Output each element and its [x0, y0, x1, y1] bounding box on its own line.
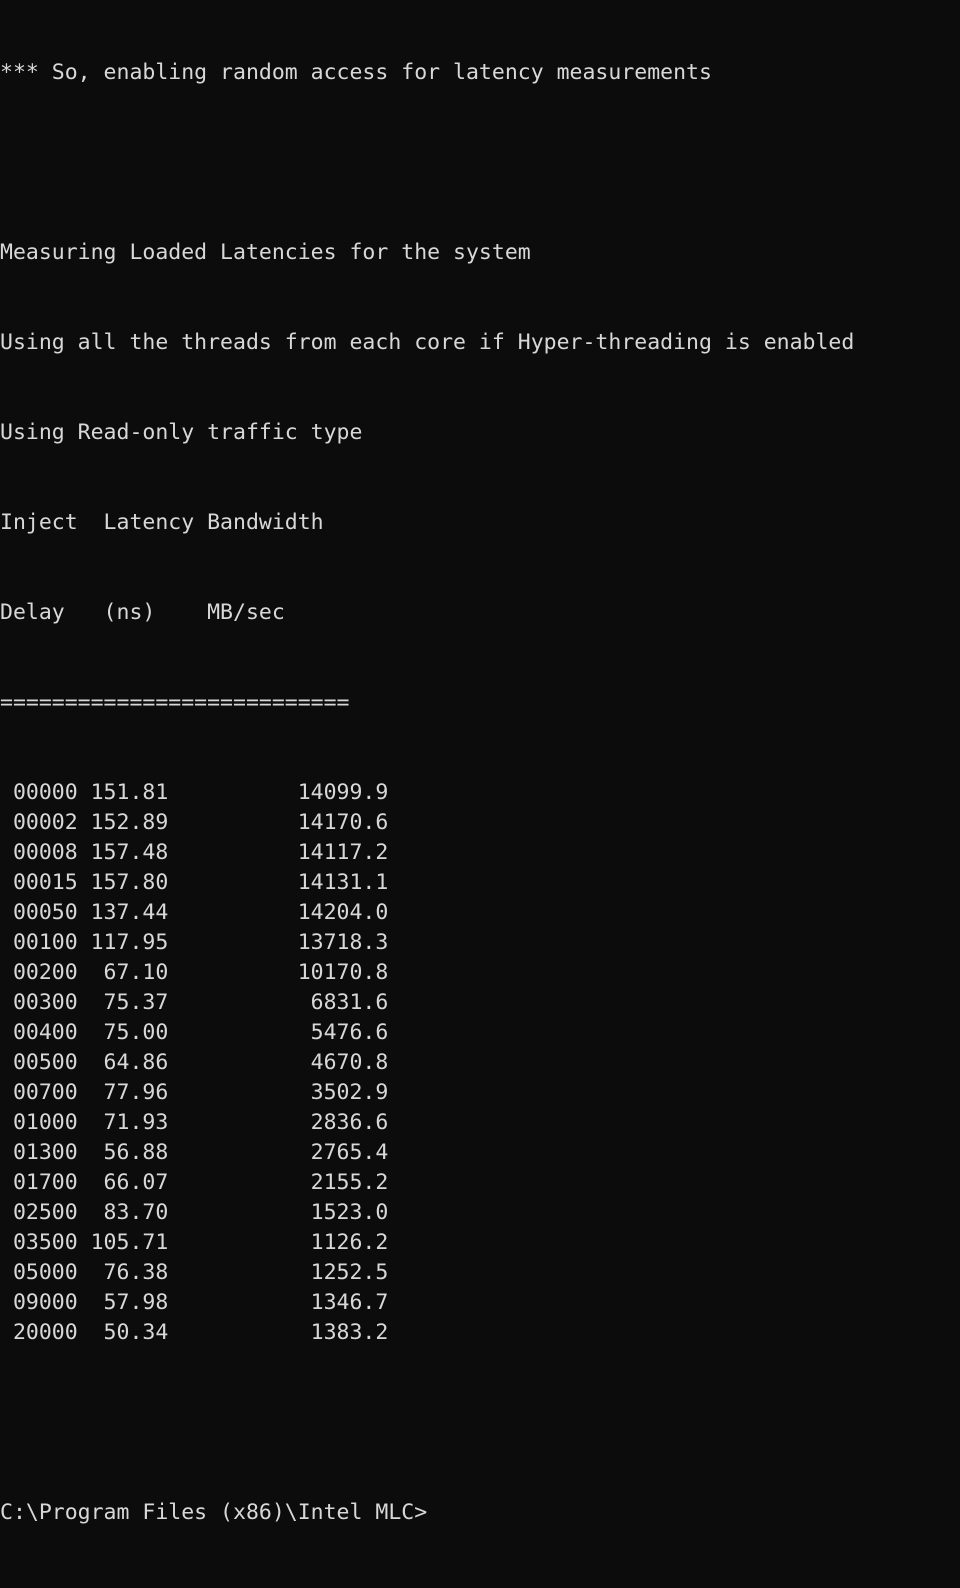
- table-row: 00400 75.00 5476.6: [0, 1020, 389, 1045]
- table-row: 02500 83.70 1523.0: [0, 1200, 389, 1225]
- table-body: 00000 151.81 14099.9 00002 152.89 14170.…: [0, 778, 854, 1348]
- table-row: 00008 157.48 14117.2: [0, 840, 389, 865]
- table-row: 00700 77.96 3502.9: [0, 1080, 389, 1105]
- output-line-traffic: Using Read-only traffic type: [0, 420, 363, 445]
- table-row: 09000 57.98 1346.7: [0, 1290, 389, 1315]
- table-row: 03500 105.71 1126.2: [0, 1230, 389, 1255]
- table-row: 00500 64.86 4670.8: [0, 1050, 389, 1075]
- table-row: 05000 76.38 1252.5: [0, 1260, 389, 1285]
- table-header-row-2: Delay (ns) MB/sec: [0, 600, 285, 625]
- blank-line-before-prompt: [0, 1408, 854, 1438]
- terminal-screen: *** So, enabling random access for laten…: [0, 0, 854, 1588]
- table-row: 01000 71.93 2836.6: [0, 1110, 389, 1135]
- table-row: 00002 152.89 14170.6: [0, 810, 389, 835]
- output-line-threads: Using all the threads from each core if …: [0, 330, 855, 355]
- terminal-window[interactable]: *** So, enabling random access for laten…: [0, 0, 960, 1525]
- command-prompt[interactable]: C:\Program Files (x86)\Intel MLC>: [0, 1498, 854, 1528]
- table-row: 01700 66.07 2155.2: [0, 1170, 389, 1195]
- table-row: 20000 50.34 1383.2: [0, 1320, 389, 1345]
- table-row: 00000 151.81 14099.9: [0, 780, 389, 805]
- table-row: 00100 117.95 13718.3: [0, 930, 389, 955]
- table-separator: ===========================: [0, 690, 350, 715]
- output-line-note: *** So, enabling random access for laten…: [0, 60, 712, 85]
- table-row: 00200 67.10 10170.8: [0, 960, 389, 985]
- table-header-row-1: Inject Latency Bandwidth: [0, 510, 324, 535]
- table-row: 01300 56.88 2765.4: [0, 1140, 389, 1165]
- output-line-measuring: Measuring Loaded Latencies for the syste…: [0, 240, 531, 265]
- table-row: 00300 75.37 6831.6: [0, 990, 389, 1015]
- table-row: 00050 137.44 14204.0: [0, 900, 389, 925]
- table-row: 00015 157.80 14131.1: [0, 870, 389, 895]
